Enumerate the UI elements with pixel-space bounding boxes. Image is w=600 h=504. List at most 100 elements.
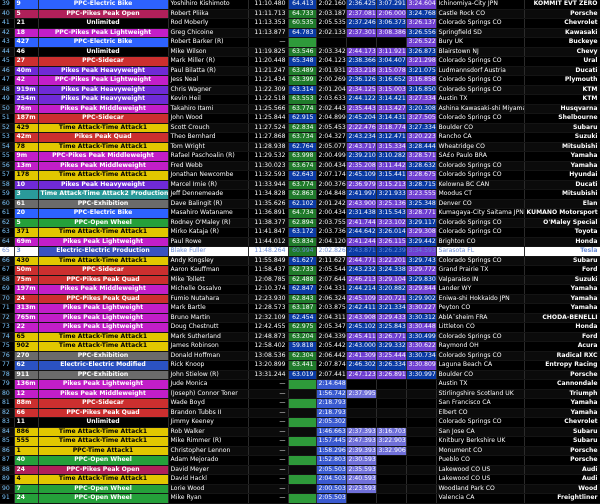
finish-time-cell — [406, 465, 437, 475]
split1-cell: 63.774 — [288, 180, 317, 190]
table-row: 91 24 PPC-Open Wheel Mike Ryan — 2:05.503 Vale… — [0, 493, 600, 504]
table-row: 42 18 PPC-Pikes Peak Lightweight Greg Chico… — [0, 28, 600, 38]
table-row: 52 429 Time Attack-Time Attack1 Scott Crouc… — [0, 123, 600, 133]
position-cell: 62 — [0, 218, 15, 228]
position-cell: 77 — [0, 360, 15, 371]
hometown-cell: Colorado Springs CO — [436, 85, 525, 95]
class-cell: Pikes Peak Lightweight — [38, 237, 169, 247]
split2-cell: 2:04.848 — [316, 189, 347, 200]
car-number-cell: 22 — [14, 322, 39, 333]
manufacturer-cell: Wood — [524, 484, 600, 494]
split1-cell: 60.535 — [288, 18, 317, 29]
start-time-cell: 11:25.566 — [248, 104, 289, 114]
manufacturer-cell: Porsche — [524, 446, 600, 456]
table-row: 39 9 PPC-Electric Bike Yoshihiro Kishimoto 1… — [0, 0, 600, 10]
car-number-cell: 187m — [14, 113, 39, 124]
split4-cell — [376, 398, 407, 409]
split2-cell: 2:03.187 — [316, 9, 347, 19]
finish-time-cell: 3:29.830 — [406, 275, 437, 285]
hometown-cell: AblÃ¨sheim FRA — [436, 313, 525, 323]
hometown-cell: San Francisco CA — [436, 398, 525, 409]
split1-cell — [288, 379, 317, 390]
hometown-cell: Austin TX — [436, 94, 525, 105]
start-time-cell: 11:35.626 — [248, 199, 289, 209]
split3-cell: 2:45.109 — [346, 294, 377, 304]
split4-cell — [376, 455, 407, 466]
split3-cell: 2:37.393 — [346, 427, 377, 437]
class-cell: PPC-Pikes Peak Quad — [38, 275, 169, 285]
manufacturer-cell: O'Maley Special — [524, 218, 600, 228]
class-cell: Pikes Peak Middleweight — [38, 389, 169, 399]
manufacturer-cell: Buckeye — [524, 37, 600, 48]
split3-cell — [346, 37, 377, 48]
manufacturer-cell: Chevrolet — [524, 417, 600, 428]
position-cell: 85 — [0, 436, 15, 447]
manufacturer-cell: Acura — [524, 341, 600, 352]
split3-cell — [346, 379, 377, 390]
table-row: 73 22 Pikes Peak Lightweight Doug Chestnutt… — [0, 322, 600, 333]
split4-cell — [376, 37, 407, 48]
driver-cell: Mike Ryan — [168, 493, 249, 504]
driver-cell: Michelle Ossalvo — [168, 284, 249, 295]
driver-cell: Rodney O'Maley (R) — [168, 218, 249, 228]
finish-time-cell: 3:20.308 — [406, 104, 437, 114]
driver-cell: Rod Moberly — [168, 18, 249, 29]
class-cell: PPC-Open Wheel — [38, 484, 169, 494]
table-row: 70 24 PPC-Pikes Peak Quad Fumio Nutahara 12:… — [0, 294, 600, 304]
table-row: 84 886 Time Attack-Time Attack1 Rob Walker —… — [0, 427, 600, 437]
hometown-cell: Austin TX — [436, 379, 525, 390]
car-number-cell: 12 — [14, 389, 39, 399]
hometown-cell: Boulder CO — [436, 370, 525, 380]
split2-cell: 2:05.535 — [316, 18, 347, 29]
table-row: 86 1 PPC-Time Attack1 Christopher Lennon — 1:… — [0, 446, 600, 456]
table-row: 63 371 Time Attack-Time Attack1 Mirko Kataj… — [0, 227, 600, 238]
split1-cell — [288, 446, 317, 456]
class-cell: PPC-Exhibition — [38, 351, 169, 361]
car-number-cell: 911 — [14, 370, 39, 380]
car-number-cell: 18 — [14, 28, 39, 38]
split2-cell: 2:18.793 — [316, 408, 347, 418]
driver-cell: Fred Webb — [168, 161, 249, 171]
manufacturer-cell: Ducati — [524, 66, 600, 76]
hometown-cell: Knitbury Berkshire UK — [436, 436, 525, 447]
car-number-cell: 1 — [14, 446, 39, 456]
split4-cell: 3:07.291 — [376, 0, 407, 10]
hometown-cell: Littleton CO — [436, 322, 525, 333]
split2-cell: 2:03.875 — [316, 303, 347, 314]
driver-cell: Christopher Lennon — [168, 446, 249, 456]
class-cell: Pikes Peak Middleweight — [38, 161, 169, 171]
split2-cell: 2:00.376 — [316, 180, 347, 190]
class-cell: Time Attack-Time Attack1 — [38, 341, 169, 352]
hometown-cell: Ludmannsdorf Austria — [436, 66, 525, 76]
driver-cell: Paul Bilatta (R) — [168, 66, 249, 76]
start-time-cell: 11:32.593 — [248, 170, 289, 181]
hometown-cell: Monument CO — [436, 446, 525, 456]
finish-time-cell: 3:28.771 — [406, 208, 437, 219]
car-number-cell: 427 — [14, 37, 39, 48]
split3-cell: 2:45.109 — [346, 170, 377, 181]
car-number-cell: 42m — [14, 132, 39, 143]
position-cell: 54 — [0, 142, 15, 152]
hometown-cell: Colorado Springs CO — [436, 417, 525, 428]
car-number-cell: 13m — [14, 161, 39, 171]
start-time-cell: — — [248, 427, 289, 437]
table-row: 50 76m Pikes Peak Middleweight Takahiro Ita… — [0, 104, 600, 114]
position-cell: 84 — [0, 427, 15, 437]
split2-cell: 2:05.442 — [316, 341, 347, 352]
split3-cell: 2:43.234 — [346, 132, 377, 143]
finish-time-cell: 3:24.604 — [406, 0, 437, 10]
split1-cell: 63.734 — [288, 132, 317, 143]
hometown-cell: Colorado Springs CO — [436, 170, 525, 181]
split4-cell: 3:15.078 — [376, 66, 407, 76]
class-cell: Time Attack-Time Attack1 — [38, 227, 169, 238]
start-time-cell: 11:27.524 — [248, 123, 289, 133]
split2-cell: 1:52.803 — [316, 455, 347, 466]
finish-time-cell — [406, 408, 437, 418]
split4-cell: 3:32.906 — [376, 446, 407, 456]
finish-time-cell: 3:30.499 — [406, 332, 437, 342]
driver-cell: Rob Walker — [168, 427, 249, 437]
split2-cell: 2:04.120 — [316, 237, 347, 247]
position-cell: 41 — [0, 18, 15, 29]
split3-cell: 2:44.214 — [346, 284, 377, 295]
manufacturer-cell: Yamaha — [524, 398, 600, 409]
